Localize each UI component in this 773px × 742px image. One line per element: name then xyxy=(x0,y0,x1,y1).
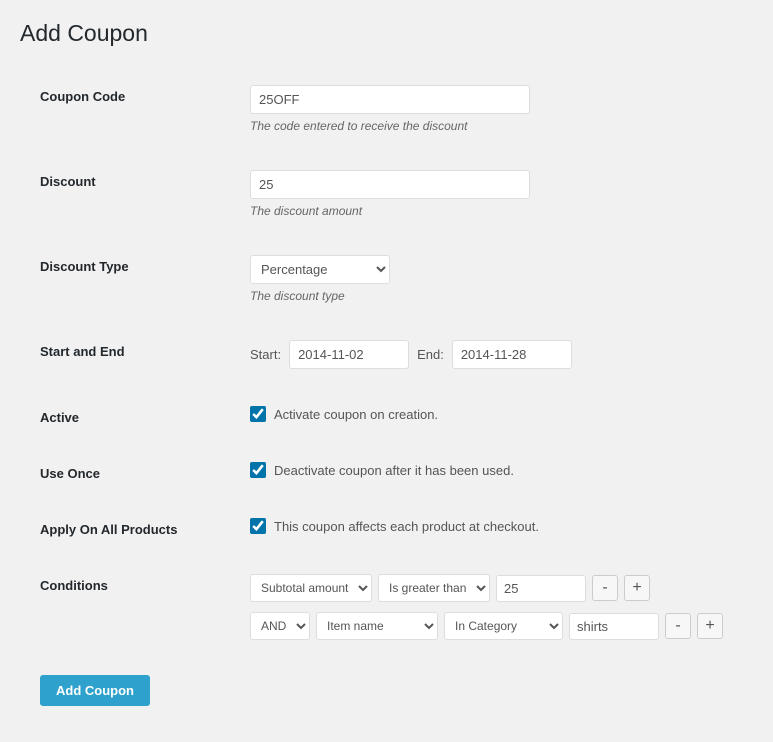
condition-line-1: Subtotal amount Item count Item name Is … xyxy=(250,574,733,602)
apply-all-label: Apply On All Products xyxy=(40,518,250,537)
apply-all-checkbox[interactable] xyxy=(250,518,266,534)
active-checkbox-row: Activate coupon on creation. xyxy=(250,406,733,422)
page-title: Add Coupon xyxy=(20,20,753,47)
start-end-row: Start and End Start: End: xyxy=(20,322,753,388)
use-once-checkbox[interactable] xyxy=(250,462,266,478)
coupon-code-input[interactable] xyxy=(250,85,530,114)
coupon-code-label: Coupon Code xyxy=(40,85,250,104)
start-end-label: Start and End xyxy=(40,340,250,359)
condition1-minus-button[interactable]: - xyxy=(592,575,618,601)
use-once-checkbox-row: Deactivate coupon after it has been used… xyxy=(250,462,733,478)
condition2-operator-select[interactable]: In Category Not In Category Is xyxy=(444,612,563,640)
condition-line-2: AND OR Item name Subtotal amount Item co… xyxy=(250,612,733,640)
condition2-type-select[interactable]: Item name Subtotal amount Item count xyxy=(316,612,438,640)
date-row: Start: End: xyxy=(250,340,733,369)
condition2-plus-button[interactable]: + xyxy=(697,613,723,639)
active-field: Activate coupon on creation. xyxy=(250,406,733,422)
conditions-content: Subtotal amount Item count Item name Is … xyxy=(250,574,733,640)
active-checkbox[interactable] xyxy=(250,406,266,422)
discount-input[interactable] xyxy=(250,170,530,199)
discount-type-select-wrapper: Percentage Fixed Amount xyxy=(250,255,390,284)
conditions-row: Conditions Subtotal amount Item count It… xyxy=(20,556,753,659)
start-end-field: Start: End: xyxy=(250,340,733,369)
coupon-code-row: Coupon Code The code entered to receive … xyxy=(20,67,753,152)
condition1-value-input[interactable] xyxy=(496,575,586,602)
active-description: Activate coupon on creation. xyxy=(274,407,438,422)
conditions-label: Conditions xyxy=(40,574,250,593)
start-label: Start: xyxy=(250,347,281,362)
discount-type-label: Discount Type xyxy=(40,255,250,274)
discount-type-hint: The discount type xyxy=(250,289,733,303)
end-label: End: xyxy=(417,347,444,362)
condition1-type-select[interactable]: Subtotal amount Item count Item name xyxy=(250,574,372,602)
apply-all-description: This coupon affects each product at chec… xyxy=(274,519,539,534)
discount-type-row: Discount Type Percentage Fixed Amount Th… xyxy=(20,237,753,322)
apply-all-field: This coupon affects each product at chec… xyxy=(250,518,733,534)
active-row: Active Activate coupon on creation. xyxy=(20,388,753,444)
apply-all-checkbox-row: This coupon affects each product at chec… xyxy=(250,518,733,534)
discount-hint: The discount amount xyxy=(250,204,733,218)
discount-row: Discount The discount amount xyxy=(20,152,753,237)
discount-type-field: Percentage Fixed Amount The discount typ… xyxy=(250,255,733,303)
coupon-code-hint: The code entered to receive the discount xyxy=(250,119,733,133)
condition1-operator-select[interactable]: Is greater than Is less than Is equal to xyxy=(378,574,490,602)
use-once-description: Deactivate coupon after it has been used… xyxy=(274,463,514,478)
end-date-input[interactable] xyxy=(452,340,572,369)
add-coupon-button[interactable]: Add Coupon xyxy=(40,675,150,706)
discount-field: The discount amount xyxy=(250,170,733,218)
condition1-plus-button[interactable]: + xyxy=(624,575,650,601)
discount-type-select[interactable]: Percentage Fixed Amount xyxy=(250,255,390,284)
discount-label: Discount xyxy=(40,170,250,189)
coupon-code-field: The code entered to receive the discount xyxy=(250,85,733,133)
submit-row: Add Coupon xyxy=(20,659,753,722)
condition2-logic-select[interactable]: AND OR xyxy=(250,612,310,640)
use-once-row: Use Once Deactivate coupon after it has … xyxy=(20,444,753,500)
form-container: Coupon Code The code entered to receive … xyxy=(20,67,753,722)
condition2-value-input[interactable] xyxy=(569,613,659,640)
condition2-minus-button[interactable]: - xyxy=(665,613,691,639)
start-date-input[interactable] xyxy=(289,340,409,369)
use-once-field: Deactivate coupon after it has been used… xyxy=(250,462,733,478)
use-once-label: Use Once xyxy=(40,462,250,481)
apply-all-row: Apply On All Products This coupon affect… xyxy=(20,500,753,556)
active-label: Active xyxy=(40,406,250,425)
